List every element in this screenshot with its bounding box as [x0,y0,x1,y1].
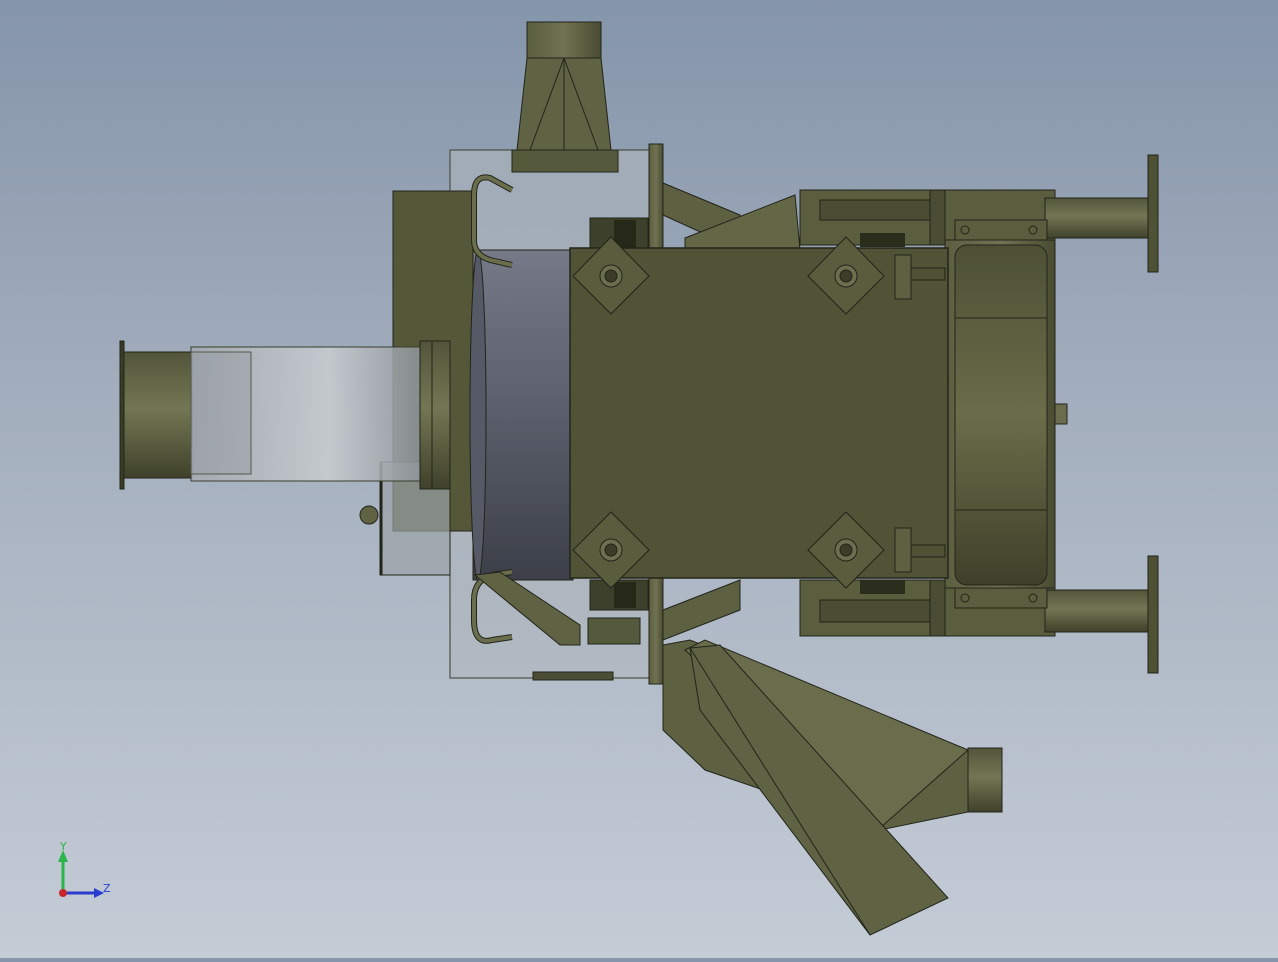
lower-spring-coil[interactable] [589,579,649,611]
y-axis-label: Y [59,840,67,853]
lower-outlet-chute[interactable] [662,639,1003,936]
rotor-drum[interactable] [469,249,574,581]
left-inlet-pipe[interactable] [119,340,451,490]
upper-right-tube[interactable] [1044,154,1159,273]
z-axis-label: Z [103,882,111,895]
axis-triad: Y Z [58,840,111,898]
motor-body[interactable] [944,219,1068,609]
model-canvas[interactable]: Y Z [0,0,1278,958]
top-hopper[interactable] [511,21,619,173]
cad-graphics-viewport[interactable]: Y Z [0,0,1278,958]
lower-right-tube[interactable] [1044,555,1159,674]
